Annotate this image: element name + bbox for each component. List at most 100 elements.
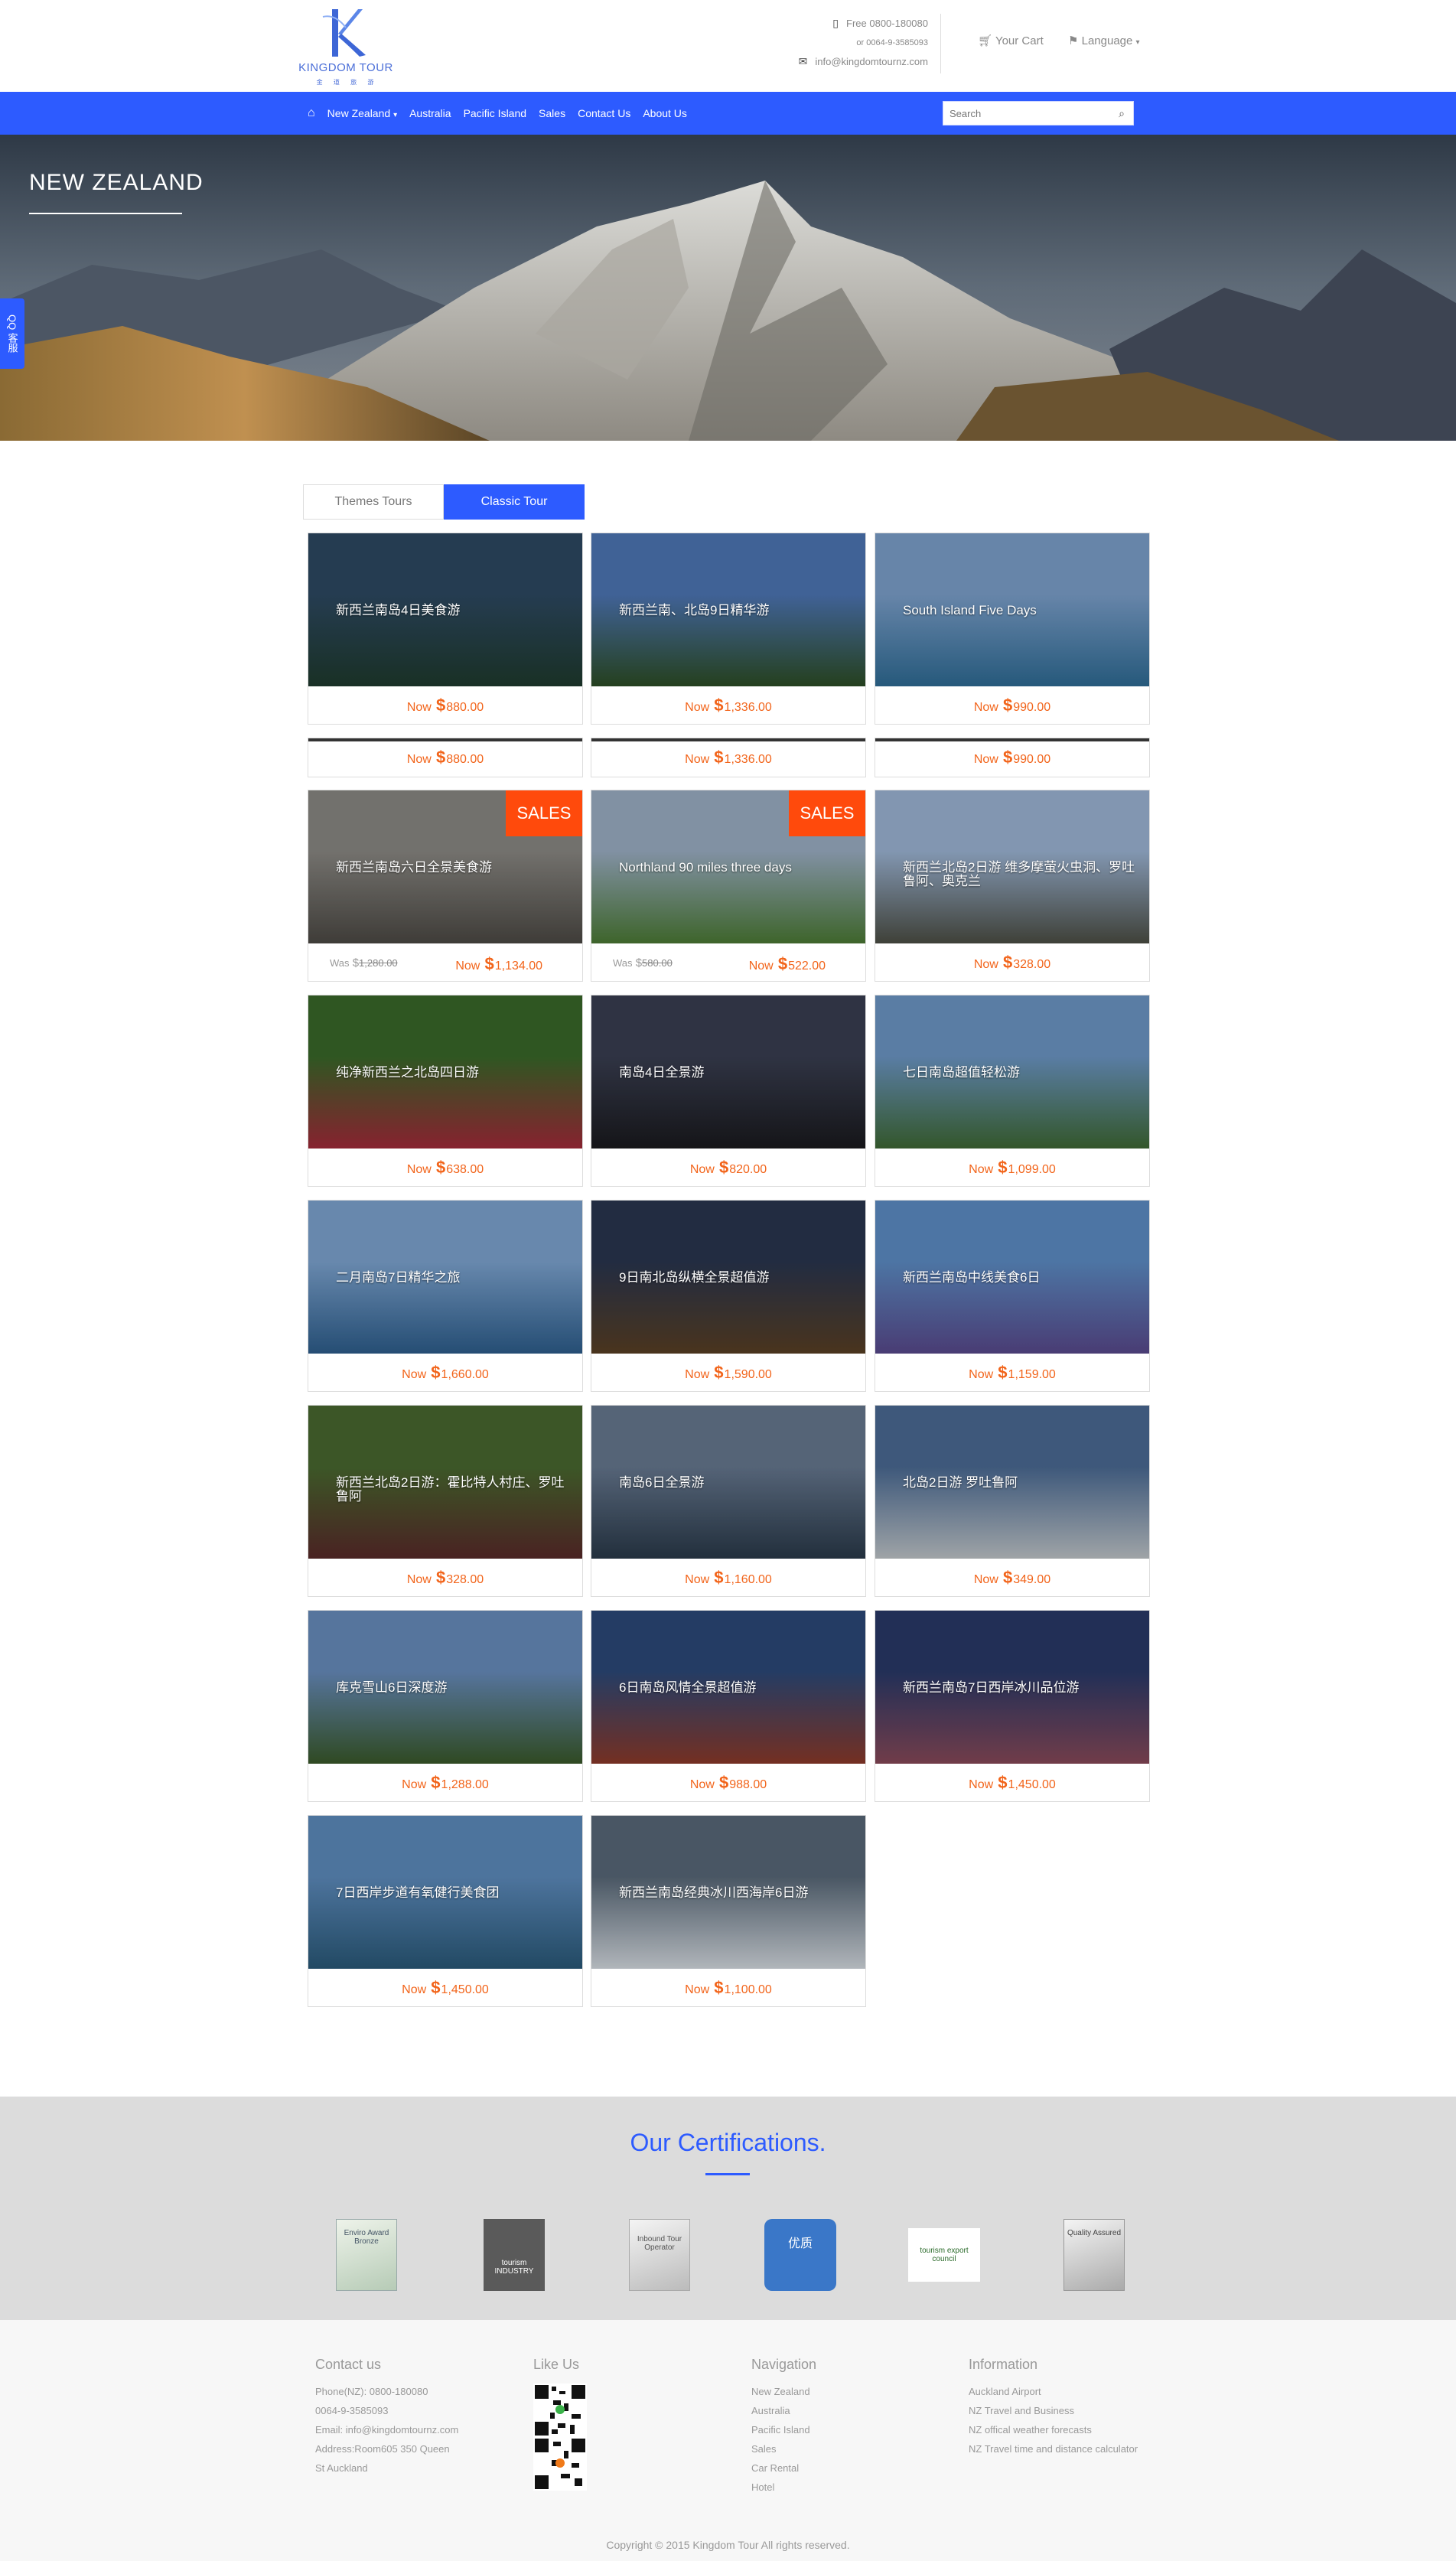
search-input[interactable] <box>943 102 1110 125</box>
tour-title[interactable]: 9日南北岛纵横全景超值游 <box>619 1271 858 1285</box>
tour-card[interactable]: 新西兰北岛2日游：霍比特人村庄、罗吐鲁阿 Now $328.00 <box>308 1405 583 1597</box>
tour-card[interactable]: 9日南北岛纵横全景超值游 Now $1,590.00 <box>591 1200 866 1392</box>
home-icon[interactable]: ⌂ <box>308 106 315 120</box>
tour-image[interactable]: 新西兰南岛4日美食游 <box>308 533 582 686</box>
tour-card[interactable]: 新西兰南、北岛9日精华游 Now $1,336.00 <box>591 533 866 725</box>
tour-image[interactable]: 6日南岛风情全景超值游 <box>591 1611 865 1764</box>
tour-card[interactable]: 库克雪山6日深度游 Now $1,288.00 <box>308 1610 583 1802</box>
tour-image[interactable]: 纯净新西兰之北岛四日游 <box>308 995 582 1149</box>
footer-info-link[interactable]: NZ Travel and Business <box>969 2401 1138 2420</box>
tour-image[interactable]: 新西兰南岛经典冰川西海岸6日游 <box>591 1816 865 1969</box>
nav-australia[interactable]: Australia <box>409 107 451 119</box>
tour-title[interactable]: 南岛4日全景游 <box>619 1066 858 1080</box>
nav-sales[interactable]: Sales <box>539 107 565 119</box>
tour-image[interactable]: 新西兰南岛中线美食6日 <box>875 1201 1149 1354</box>
tour-card[interactable]: 新西兰南岛中线美食6日 Now $1,159.00 <box>875 1200 1150 1392</box>
nav-pacific-island[interactable]: Pacific Island <box>464 107 526 119</box>
site-logo[interactable]: KINGDOM TOUR 金 道 旅 游 <box>292 6 399 87</box>
footer-nav-link[interactable]: Pacific Island <box>751 2420 816 2439</box>
tour-image[interactable]: 7日西岸步道有氧健行美食团 <box>308 1816 582 1969</box>
phone-free: Free 0800-180080 <box>846 18 928 29</box>
tour-title[interactable]: Northland 90 miles three days <box>619 861 858 875</box>
qr-code-icon[interactable] <box>533 2383 587 2491</box>
tour-card[interactable]: 7日西岸步道有氧健行美食团 Now $1,450.00 <box>308 1815 583 2007</box>
footer-info-link[interactable]: NZ offical weather forecasts <box>969 2420 1138 2439</box>
tour-title[interactable]: 新西兰南岛中线美食6日 <box>903 1271 1142 1285</box>
language-dropdown[interactable]: ⚑ Language ▾ <box>1068 34 1140 47</box>
footer-contact-line: Address:Room605 350 Queen <box>315 2443 450 2455</box>
currency-symbol: $ <box>426 1978 441 1997</box>
search-icon[interactable]: ⌕ <box>1110 107 1133 120</box>
qq-support-tab[interactable]: QQ 客服 <box>0 298 24 369</box>
tour-image[interactable]: 七日南岛超值轻松游 <box>875 995 1149 1149</box>
footer-nav-link[interactable]: Car Rental <box>751 2458 816 2478</box>
tour-title[interactable]: 南岛6日全景游 <box>619 1476 858 1490</box>
was-price: Was $580.00 <box>613 956 673 969</box>
tour-image[interactable]: 新西兰南、北岛9日精华游 <box>591 533 865 686</box>
tour-image[interactable]: 库克雪山6日深度游 <box>308 1611 582 1764</box>
cart-label: Your Cart <box>995 34 1044 47</box>
tab-classic-tour[interactable]: Classic Tour <box>444 484 585 520</box>
cart-link[interactable]: 🛒︎ Your Cart <box>978 34 1044 47</box>
tour-image[interactable]: South Island Five Days <box>875 533 1149 686</box>
tour-title[interactable]: 北岛2日游 罗吐鲁阿 <box>903 1476 1142 1490</box>
tour-image[interactable]: 新西兰北岛2日游：霍比特人村庄、罗吐鲁阿 <box>308 1406 582 1559</box>
tour-card[interactable]: 北岛2日游 罗吐鲁阿 Now $349.00 <box>875 1405 1150 1597</box>
now-price: Now $328.00 <box>974 953 1050 973</box>
footer-nav-link[interactable]: New Zealand <box>751 2382 816 2401</box>
tour-image[interactable]: 南岛6日全景游 <box>591 1406 865 1559</box>
tour-title[interactable]: South Island Five Days <box>903 604 1142 617</box>
tour-card[interactable]: Now $990.00 <box>875 738 1150 777</box>
tour-title[interactable]: 新西兰北岛2日游：霍比特人村庄、罗吐鲁阿 <box>336 1476 575 1504</box>
tour-card[interactable]: Now $1,336.00 <box>591 738 866 777</box>
tour-card[interactable]: 南岛4日全景游 Now $820.00 <box>591 995 866 1187</box>
tour-card[interactable]: Now $880.00 <box>308 738 583 777</box>
tour-image[interactable]: Northland 90 miles three days SALES <box>591 790 865 943</box>
footer-nav-link[interactable]: Hotel <box>751 2478 816 2497</box>
tour-card[interactable]: 新西兰北岛2日游 维多摩萤火虫洞、罗吐鲁阿、奥克兰 Now $328.00 <box>875 790 1150 982</box>
tour-card[interactable]: 七日南岛超值轻松游 Now $1,099.00 <box>875 995 1150 1187</box>
tour-card[interactable]: 纯净新西兰之北岛四日游 Now $638.00 <box>308 995 583 1187</box>
footer-contact-line[interactable]: Email: info@kingdomtournz.com <box>315 2420 458 2439</box>
tour-card[interactable]: 南岛6日全景游 Now $1,160.00 <box>591 1405 866 1597</box>
price-row: Now $1,160.00 <box>591 1559 865 1596</box>
tour-card[interactable]: 6日南岛风情全景超值游 Now $988.00 <box>591 1610 866 1802</box>
tour-card[interactable]: Northland 90 miles three days SALES Was $5… <box>591 790 866 982</box>
tour-image[interactable]: 南岛4日全景游 <box>591 995 865 1149</box>
tour-card[interactable]: 新西兰南岛4日美食游 Now $880.00 <box>308 533 583 725</box>
nav-contact-us[interactable]: Contact Us <box>578 107 630 119</box>
tour-card[interactable]: 新西兰南岛经典冰川西海岸6日游 Now $1,100.00 <box>591 1815 866 2007</box>
tour-title[interactable]: 新西兰南、北岛9日精华游 <box>619 604 858 617</box>
currency-symbol: $ <box>431 1568 446 1587</box>
footer-info-link[interactable]: NZ Travel time and distance calculator <box>969 2439 1138 2458</box>
tour-title[interactable]: 新西兰北岛2日游 维多摩萤火虫洞、罗吐鲁阿、奥克兰 <box>903 861 1142 888</box>
tour-title[interactable]: 新西兰南岛经典冰川西海岸6日游 <box>619 1886 858 1900</box>
header-email[interactable]: info@kingdomtournz.com <box>815 56 928 67</box>
tour-card[interactable]: 新西兰南岛六日全景美食游 SALES Was $1,280.00 Now $1,134… <box>308 790 583 982</box>
tour-card[interactable]: 二月南岛7日精华之旅 Now $1,660.00 <box>308 1200 583 1392</box>
tour-title[interactable]: 7日西岸步道有氧健行美食团 <box>336 1886 575 1900</box>
footer-info-link[interactable]: Auckland Airport <box>969 2382 1138 2401</box>
tour-image[interactable]: 9日南北岛纵横全景超值游 <box>591 1201 865 1354</box>
tour-title[interactable]: 七日南岛超值轻松游 <box>903 1066 1142 1080</box>
tour-card[interactable]: South Island Five Days Now $990.00 <box>875 533 1150 725</box>
nav-new-zealand[interactable]: New Zealand ▾ <box>327 107 397 119</box>
tour-image[interactable]: 新西兰南岛7日西岸冰川品位游 <box>875 1611 1149 1764</box>
footer-nav-link[interactable]: Sales <box>751 2439 816 2458</box>
tour-image[interactable]: 北岛2日游 罗吐鲁阿 <box>875 1406 1149 1559</box>
tour-image[interactable]: 二月南岛7日精华之旅 <box>308 1201 582 1354</box>
footer-contact: Contact us Phone(NZ): 0800-180080 0064-9… <box>315 2357 458 2478</box>
tour-title[interactable]: 库克雪山6日深度游 <box>336 1681 575 1695</box>
tour-image[interactable]: 新西兰北岛2日游 维多摩萤火虫洞、罗吐鲁阿、奥克兰 <box>875 790 1149 943</box>
footer-nav-link[interactable]: Australia <box>751 2401 816 2420</box>
tour-image[interactable]: 新西兰南岛六日全景美食游 SALES <box>308 790 582 943</box>
tour-title[interactable]: 6日南岛风情全景超值游 <box>619 1681 858 1695</box>
tour-title[interactable]: 纯净新西兰之北岛四日游 <box>336 1066 575 1080</box>
tour-title[interactable]: 新西兰南岛7日西岸冰川品位游 <box>903 1681 1142 1695</box>
nav-about-us[interactable]: About Us <box>643 107 687 119</box>
tour-title[interactable]: 二月南岛7日精华之旅 <box>336 1271 575 1285</box>
tour-title[interactable]: 新西兰南岛六日全景美食游 <box>336 861 575 875</box>
tour-card[interactable]: 新西兰南岛7日西岸冰川品位游 Now $1,450.00 <box>875 1610 1150 1802</box>
tour-title[interactable]: 新西兰南岛4日美食游 <box>336 604 575 617</box>
tab-themes-tours[interactable]: Themes Tours <box>303 484 444 520</box>
